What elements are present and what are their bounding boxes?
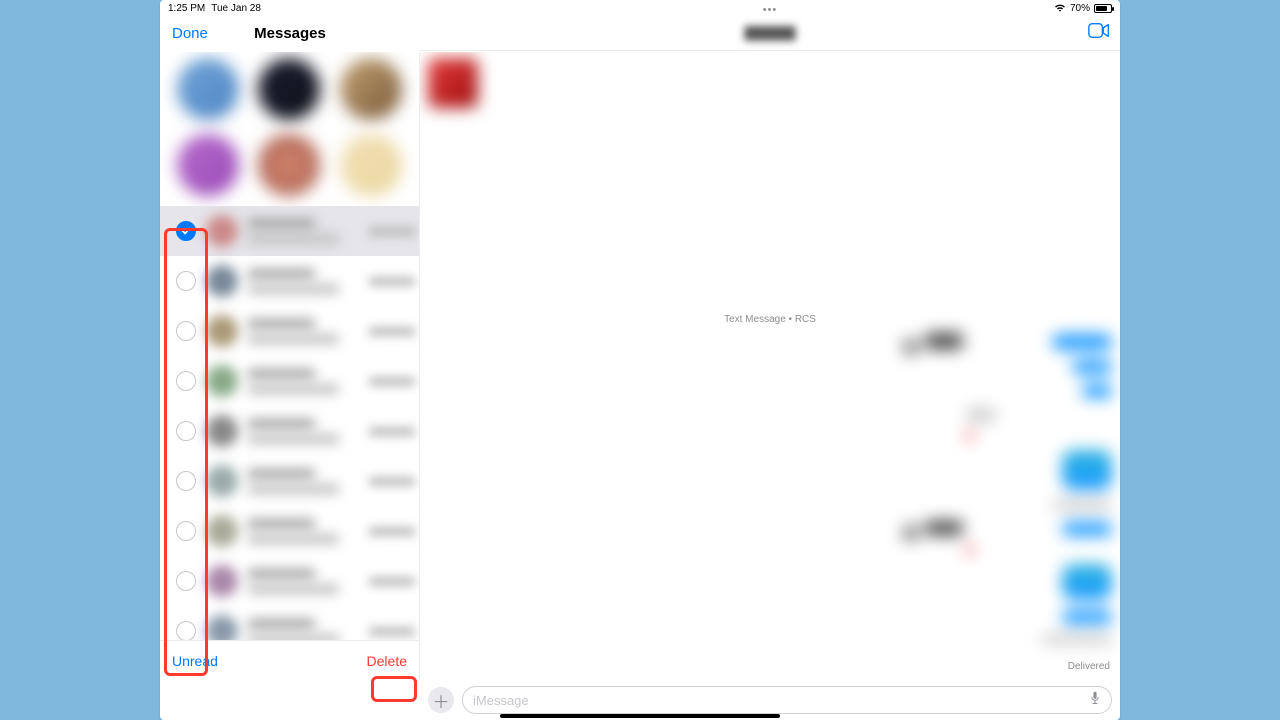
pinned-contact-4[interactable] — [177, 134, 239, 196]
conversation-preview — [248, 219, 369, 244]
conversation-row[interactable] — [160, 456, 419, 506]
conversation-preview — [248, 619, 369, 641]
conversation-avatar — [206, 615, 238, 640]
conversation-avatar — [206, 315, 238, 347]
sidebar-title: Messages — [254, 25, 326, 42]
conversation-view[interactable]: Text Message • RCS Delivered — [420, 52, 1120, 680]
microphone-icon[interactable] — [1089, 691, 1101, 710]
conversation-time — [369, 377, 415, 386]
select-checkbox[interactable] — [176, 371, 196, 391]
select-checkbox[interactable] — [176, 571, 196, 591]
conversation-preview — [248, 469, 369, 494]
message-placeholder: iMessage — [473, 693, 529, 708]
status-bar: 1:25 PM Tue Jan 28 70% — [160, 0, 1120, 16]
pinned-grid — [160, 52, 419, 206]
conversation-preview — [248, 369, 369, 394]
facetime-button[interactable] — [1088, 23, 1110, 44]
attach-button[interactable]: ＋ — [428, 687, 454, 713]
conversation-time — [369, 627, 415, 636]
pinned-contact-5[interactable] — [258, 134, 320, 196]
conversation-avatar — [206, 265, 238, 297]
conversation-avatar — [206, 365, 238, 397]
select-checkbox[interactable] — [176, 221, 196, 241]
chat-bubbles — [902, 332, 1112, 654]
select-checkbox[interactable] — [176, 421, 196, 441]
conversation-time — [369, 577, 415, 586]
shared-media-thumb[interactable] — [428, 58, 478, 108]
ipad-screen: 1:25 PM Tue Jan 28 70% Done Messages •••… — [160, 0, 1120, 720]
conversation-avatar — [206, 465, 238, 497]
conversation-preview — [248, 569, 369, 594]
conversation-row[interactable] — [160, 306, 419, 356]
conversation-row[interactable] — [160, 406, 419, 456]
pinned-contact-3[interactable] — [340, 58, 402, 120]
conversation-row[interactable] — [160, 506, 419, 556]
pinned-contact-2[interactable] — [258, 58, 320, 120]
conversation-avatar — [206, 215, 238, 247]
sidebar-header: Done Messages — [160, 16, 420, 51]
delete-button[interactable]: Delete — [367, 653, 407, 669]
select-checkbox[interactable] — [176, 271, 196, 291]
done-button[interactable]: Done — [172, 25, 208, 42]
conversation-row[interactable] — [160, 556, 419, 606]
contact-name[interactable]: ██████ — [744, 26, 795, 40]
conversation-row[interactable] — [160, 356, 419, 406]
sidebar-footer: Unread Delete — [160, 640, 419, 680]
pinned-contact-1[interactable] — [177, 58, 239, 120]
conversation-list[interactable] — [160, 206, 419, 640]
status-time: 1:25 PM — [168, 3, 205, 14]
conversation-time — [369, 527, 415, 536]
conversation-time — [369, 427, 415, 436]
conversation-time — [369, 477, 415, 486]
message-type-label: Text Message • RCS — [724, 314, 816, 325]
conversation-time — [369, 227, 415, 236]
wifi-icon — [1054, 4, 1066, 13]
select-checkbox[interactable] — [176, 321, 196, 341]
battery-pct: 70% — [1070, 3, 1090, 14]
content-split: Unread Delete Text Message • RCS — [160, 52, 1120, 680]
conversation-time — [369, 327, 415, 336]
conversation-preview — [248, 419, 369, 444]
pinned-contact-6[interactable] — [340, 134, 402, 196]
conversation-header[interactable]: ••• ██████ — [420, 16, 1120, 51]
unread-button[interactable]: Unread — [172, 653, 218, 669]
home-indicator[interactable] — [500, 714, 780, 718]
select-checkbox[interactable] — [176, 621, 196, 640]
conversation-avatar — [206, 515, 238, 547]
conversation-preview — [248, 269, 369, 294]
more-icon[interactable]: ••• — [763, 4, 778, 16]
select-checkbox[interactable] — [176, 471, 196, 491]
conversation-row[interactable] — [160, 206, 419, 256]
battery-icon — [1094, 4, 1112, 13]
conversation-avatar — [206, 565, 238, 597]
status-date: Tue Jan 28 — [211, 3, 261, 14]
conversation-preview — [248, 519, 369, 544]
conversation-preview — [248, 319, 369, 344]
top-nav: Done Messages ••• ██████ — [160, 16, 1120, 52]
conversation-avatar — [206, 415, 238, 447]
message-input[interactable]: iMessage — [462, 686, 1112, 714]
conversation-row[interactable] — [160, 606, 419, 640]
delivered-label: Delivered — [1068, 661, 1110, 672]
conversation-time — [369, 277, 415, 286]
sidebar: Unread Delete — [160, 52, 420, 680]
select-checkbox[interactable] — [176, 521, 196, 541]
conversation-row[interactable] — [160, 256, 419, 306]
